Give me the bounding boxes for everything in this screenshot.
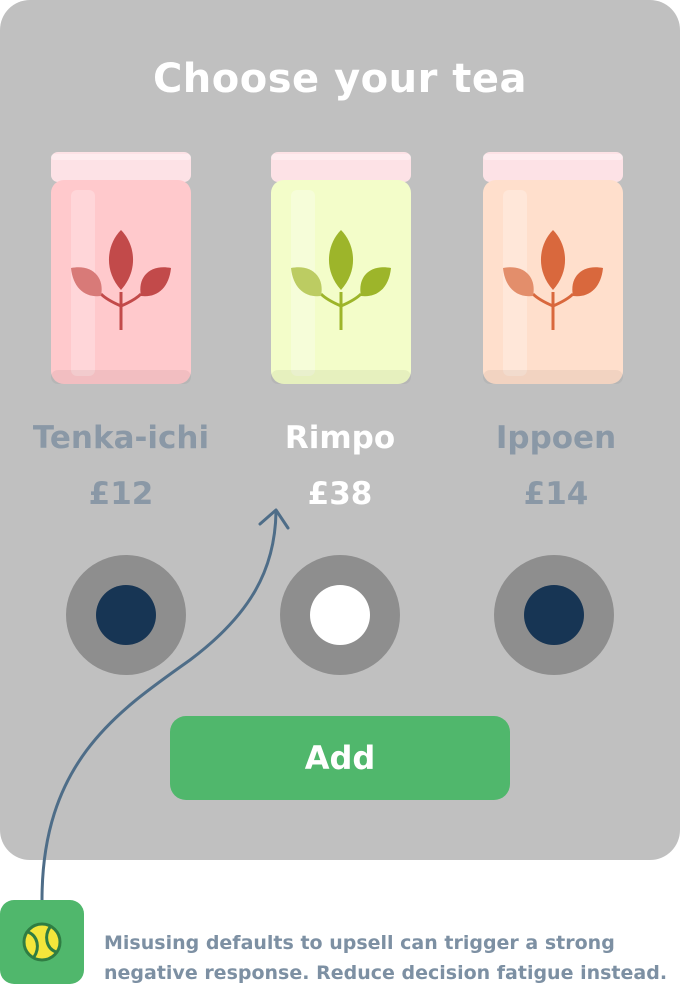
- tip-line-1: Misusing defaults to upsell can trigger …: [104, 932, 615, 954]
- annotation-arrow: [40, 508, 290, 902]
- tennis-ball-icon: [0, 900, 84, 984]
- tip-line-2: negative response. Reduce decision fatig…: [104, 962, 668, 984]
- tip-text: Misusing defaults to upsell can trigger …: [104, 928, 680, 988]
